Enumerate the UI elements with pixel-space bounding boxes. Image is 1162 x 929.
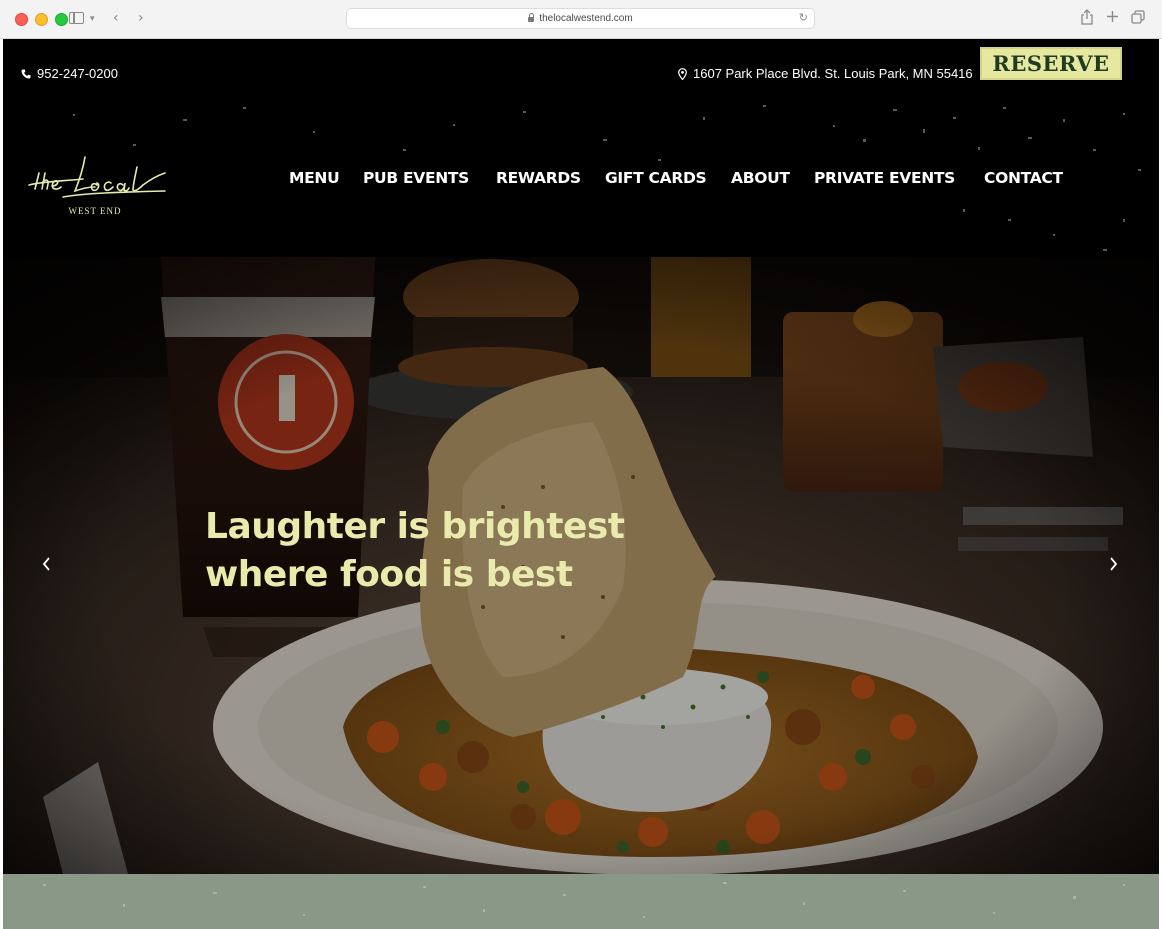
chevron-down-icon[interactable]: ▾ (90, 10, 95, 28)
phone-number: 952-247-0200 (37, 66, 118, 81)
tab-overview-icon[interactable] (1131, 10, 1145, 24)
lock-icon (528, 13, 535, 22)
share-icon[interactable] (1080, 9, 1094, 25)
hero-headline-line-1: Laughter is brightest (205, 506, 625, 547)
logo-subtitle: WEST END (68, 206, 121, 216)
forward-icon[interactable]: › (138, 9, 144, 27)
hero-slider: Laughter is brightest where food is best (3, 257, 1159, 874)
phone-link[interactable]: 952-247-0200 (21, 66, 118, 81)
close-window-button[interactable] (15, 13, 28, 26)
chevron-right-icon (1109, 557, 1117, 571)
website: 952-247-0200 1607 Park Place Blvd. St. L… (3, 39, 1159, 929)
nav-private-events[interactable]: PRIVATE EVENTS (814, 169, 955, 187)
address-text: 1607 Park Place Blvd. St. Louis Park, MN… (693, 66, 973, 81)
hero-headline: Laughter is brightest where food is best (205, 503, 725, 599)
nav-about[interactable]: ABOUT (731, 169, 790, 187)
location-pin-icon (678, 67, 687, 80)
reserve-button[interactable]: RESERVE (980, 47, 1122, 80)
sidebar-toggle-icon[interactable] (69, 12, 84, 24)
slider-next-button[interactable] (1101, 552, 1125, 576)
url-text: thelocalwestend.com (539, 13, 633, 24)
new-tab-icon[interactable] (1106, 10, 1119, 23)
main-nav: MENU PUB EVENTS REWARDS GIFT CARDS ABOUT… (3, 169, 1159, 199)
back-icon[interactable]: ‹ (113, 9, 119, 27)
browser-toolbar: ▾ ‹ › thelocalwestend.com ↻ (0, 0, 1162, 39)
minimize-window-button[interactable] (35, 13, 48, 26)
hero-headline-line-2: where food is best (205, 554, 573, 595)
address-bar[interactable]: thelocalwestend.com ↻ (346, 8, 815, 29)
nav-rewards[interactable]: REWARDS (496, 169, 581, 187)
top-bar: 952-247-0200 1607 Park Place Blvd. St. L… (3, 39, 1159, 109)
nav-pub-events[interactable]: PUB EVENTS (363, 169, 469, 187)
nav-contact[interactable]: CONTACT (984, 169, 1063, 187)
phone-icon (21, 69, 31, 79)
slider-prev-button[interactable] (34, 552, 58, 576)
chevron-left-icon (42, 557, 50, 571)
nav-menu[interactable]: MENU (289, 169, 340, 187)
section-band (3, 874, 1159, 929)
window-controls (15, 13, 68, 26)
reload-icon[interactable]: ↻ (799, 11, 808, 24)
band-texture (43, 882, 1125, 918)
nav-gift-cards[interactable]: GIFT CARDS (605, 169, 707, 187)
address-link[interactable]: 1607 Park Place Blvd. St. Louis Park, MN… (678, 66, 973, 81)
zoom-window-button[interactable] (55, 13, 68, 26)
